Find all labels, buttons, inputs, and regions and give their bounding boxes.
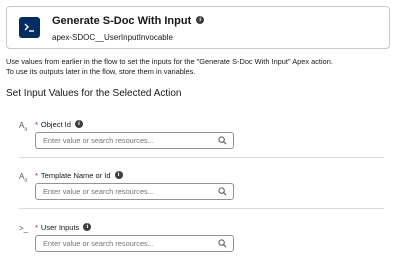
action-description: Use values from earlier in the flow to s… — [6, 57, 398, 77]
field-object-id: Aa * Object Id i — [0, 118, 400, 168]
description-line-1: Use values from earlier in the flow to s… — [6, 57, 333, 66]
object-id-input[interactable] — [36, 133, 211, 148]
field-label: * Object Id i — [35, 120, 83, 129]
field-label-text: User Inputs — [40, 223, 80, 232]
field-label: * Template Name or Id i — [35, 171, 123, 180]
action-title-text: Generate S-Doc With Input — [52, 15, 192, 27]
info-icon[interactable]: i — [74, 120, 83, 129]
description-line-2: To use its outputs later in the flow, st… — [6, 67, 196, 76]
field-divider — [19, 157, 384, 158]
field-template-name: Aa * Template Name or Id i — [0, 169, 400, 219]
search-icon[interactable] — [218, 239, 227, 248]
info-icon[interactable]: i — [83, 223, 92, 232]
action-api-name: apex-SDOC__UserInputInvocable — [52, 33, 173, 42]
text-type-icon: Aa — [19, 121, 28, 133]
apex-type-icon: >_ — [19, 224, 29, 233]
search-icon[interactable] — [218, 187, 227, 196]
required-marker: * — [35, 223, 38, 232]
section-title: Set Input Values for the Selected Action — [6, 88, 182, 99]
field-label-text: Template Name or Id — [40, 171, 111, 180]
field-label-text: Object Id — [40, 120, 71, 129]
template-name-input-box[interactable] — [35, 183, 234, 200]
field-user-inputs: >_ * User Inputs i — [0, 221, 400, 271]
required-marker: * — [35, 120, 38, 129]
object-id-input-box[interactable] — [35, 132, 234, 149]
template-name-input[interactable] — [36, 184, 211, 199]
action-title: Generate S-Doc With Input i — [52, 15, 205, 27]
action-header-card: Generate S-Doc With Input i apex-SDOC__Us… — [6, 6, 390, 49]
field-divider — [19, 208, 384, 209]
field-label: * User Inputs i — [35, 223, 92, 232]
search-icon[interactable] — [218, 136, 227, 145]
required-marker: * — [35, 171, 38, 180]
info-icon[interactable]: i — [114, 171, 123, 180]
info-icon[interactable]: i — [196, 16, 205, 25]
text-type-icon: Aa — [19, 172, 28, 184]
apex-action-icon — [19, 17, 40, 38]
user-inputs-input[interactable] — [36, 236, 211, 251]
user-inputs-input-box[interactable] — [35, 235, 234, 252]
